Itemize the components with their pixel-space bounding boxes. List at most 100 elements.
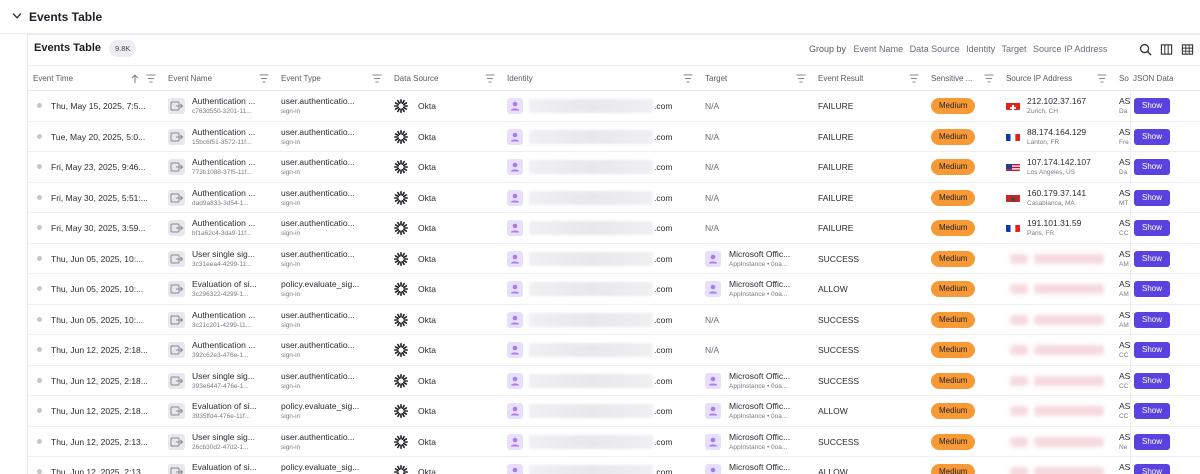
show-json-button[interactable]: Show [1134, 281, 1170, 297]
col-event-time[interactable]: Event Time [33, 66, 73, 92]
filter-icon[interactable] [1097, 74, 1107, 83]
col-event-name[interactable]: Event Name [168, 66, 212, 92]
target-na: N/A [705, 131, 720, 142]
severity-badge: Medium [931, 464, 976, 474]
col-identity[interactable]: Identity [507, 66, 533, 92]
event-name[interactable]: User single sig... [192, 432, 255, 442]
filter-icon[interactable] [984, 74, 994, 83]
table-row[interactable]: Thu, Jun 12, 2025, 2:13... User single s… [28, 426, 1200, 457]
table-row[interactable]: Fri, May 30, 2025, 5:51:... Authenticati… [28, 182, 1200, 213]
col-source-ip[interactable]: Source IP Address [1006, 66, 1072, 92]
event-name[interactable]: Authentication ... [192, 188, 255, 198]
event-name[interactable]: Evaluation of si... [192, 401, 257, 411]
table-row[interactable]: Thu, Jun 05, 2025, 10:... User single si… [28, 243, 1200, 274]
sort-arrow-icon[interactable] [131, 74, 139, 84]
table-row[interactable]: Thu, May 15, 2025, 7:5... Authentication… [28, 91, 1200, 122]
user-icon [507, 311, 523, 328]
event-name[interactable]: User single sig... [192, 371, 255, 381]
show-json-button[interactable]: Show [1134, 311, 1170, 328]
col-so[interactable]: So [1119, 66, 1129, 92]
data-source: Okta [394, 244, 484, 274]
table-row[interactable]: Thu, Jun 12, 2025, 2:13... Evaluation of… [28, 457, 1200, 474]
event-icon [168, 98, 185, 114]
severity-badge: Medium [931, 281, 976, 297]
event-name[interactable]: Authentication ... [192, 340, 255, 350]
col-event-type[interactable]: Event Type [281, 66, 321, 92]
filter-icon[interactable] [146, 74, 156, 83]
group-by-event-name[interactable]: Event Name [854, 44, 904, 54]
event-name[interactable]: Authentication ... [192, 218, 255, 228]
target-sub: AppInstance • 0oa... [729, 260, 788, 268]
identity-domain: .com [654, 223, 673, 233]
event-type-sub: sign-in [281, 413, 301, 420]
identity-domain: .com [654, 253, 673, 264]
okta-icon [394, 312, 408, 327]
event-name[interactable]: Authentication ... [192, 127, 255, 137]
group-by-target[interactable]: Target [1002, 44, 1027, 54]
source-org-label: AS [1119, 462, 1131, 472]
source-org-label: AS [1119, 279, 1131, 289]
event-result: FAILURE [818, 162, 854, 172]
event-name[interactable]: Evaluation of si... [192, 279, 257, 289]
show-json-button[interactable]: Show [1134, 189, 1170, 206]
filter-icon[interactable] [796, 74, 806, 83]
filter-icon[interactable] [372, 74, 382, 83]
col-event-result[interactable]: Event Result [818, 66, 863, 92]
event-name[interactable]: Authentication ... [192, 310, 255, 320]
table-row[interactable]: Thu, Jun 12, 2025, 2:18... Evaluation of… [28, 396, 1200, 427]
group-by-identity[interactable]: Identity [966, 44, 995, 54]
section-header: Events Table [0, 0, 1200, 34]
show-json-button[interactable]: Show [1134, 220, 1170, 236]
show-json-button[interactable]: Show [1134, 403, 1170, 419]
event-name[interactable]: Authentication ... [192, 157, 255, 167]
grid-icon[interactable] [1181, 43, 1194, 56]
event-name[interactable]: User single sig... [192, 249, 255, 259]
show-json-button[interactable]: Show [1134, 464, 1170, 474]
filter-icon[interactable] [485, 74, 495, 83]
chevron-down-icon[interactable] [11, 10, 23, 22]
show-json-button[interactable]: Show [1134, 128, 1170, 145]
show-json-button[interactable]: Show [1134, 98, 1170, 114]
table-row[interactable]: Thu, Jun 05, 2025, 10:... Authentication… [28, 304, 1200, 335]
table-header: Event Time Event Name Event Type Data So… [28, 65, 1200, 91]
col-target[interactable]: Target [705, 66, 727, 92]
table-row[interactable]: Thu, Jun 12, 2025, 2:18... User single s… [28, 365, 1200, 396]
col-data-source[interactable]: Data Source [394, 66, 438, 92]
table-row[interactable]: Fri, May 30, 2025, 3:59... Authenticatio… [28, 213, 1200, 244]
group-by-data-source[interactable]: Data Source [910, 44, 960, 54]
show-json-button[interactable]: Show [1134, 342, 1170, 358]
table-row[interactable]: Fri, May 23, 2025, 9:46... Authenticatio… [28, 152, 1200, 183]
redacted-identity [529, 373, 653, 388]
event-result: FAILURE [818, 192, 854, 203]
show-json-button[interactable]: Show [1134, 433, 1170, 450]
table-row[interactable]: Thu, Jun 05, 2025, 10:... Evaluation of … [28, 274, 1200, 305]
event-name[interactable]: Authentication ... [192, 96, 255, 106]
source-org-label: AS [1119, 370, 1131, 381]
table-row[interactable]: Tue, May 20, 2025, 5:0... Authentication… [28, 121, 1200, 152]
col-json-data[interactable]: JSON Data [1133, 66, 1173, 92]
column-divider [1130, 182, 1131, 213]
table-row[interactable]: Thu, Jun 12, 2025, 2:18... Authenticatio… [28, 335, 1200, 366]
search-icon[interactable] [1139, 43, 1152, 56]
show-json-button[interactable]: Show [1134, 372, 1170, 389]
event-icon [168, 281, 185, 297]
column-divider [1130, 457, 1131, 474]
event-type: user.authenticatio... [281, 218, 355, 228]
columns-icon[interactable] [1160, 43, 1173, 56]
data-source: Okta [394, 213, 484, 243]
show-json-button[interactable]: Show [1134, 250, 1170, 267]
col-sensitive[interactable]: Sensitive ... [931, 66, 972, 92]
severity-badge: Medium [931, 189, 976, 206]
group-by-source-ip[interactable]: Source IP Address [1033, 44, 1107, 54]
event-type-sub: sign-in [281, 352, 301, 359]
event-name[interactable]: Evaluation of si... [192, 462, 257, 472]
filter-icon[interactable] [909, 74, 919, 83]
event-type-sub: sign-in [281, 382, 301, 390]
source-org-label: AS [1119, 248, 1131, 259]
redacted-identity [529, 221, 653, 235]
data-source-label: Okta [418, 345, 436, 355]
filter-icon[interactable] [259, 74, 269, 83]
show-json-button[interactable]: Show [1134, 159, 1170, 175]
filter-icon[interactable] [683, 74, 693, 83]
event-icon [168, 220, 185, 236]
